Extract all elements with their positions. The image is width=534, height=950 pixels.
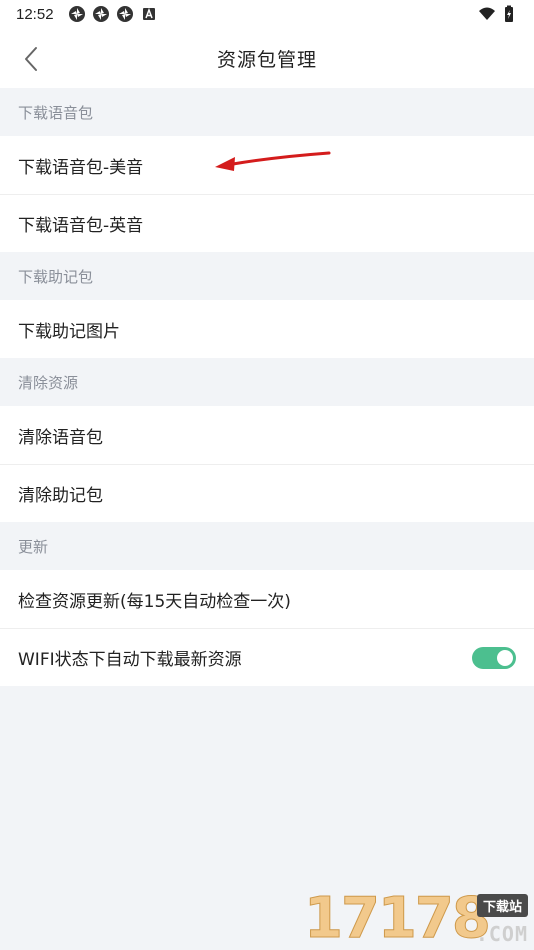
list-item-label: 下载语音包-美音 — [18, 157, 144, 178]
status-system-icons — [478, 5, 518, 23]
page-title: 资源包管理 — [216, 48, 317, 71]
toggle-knob — [497, 649, 513, 666]
wifi-auto-download-item: WIFI状态下自动下载最新资源 — [0, 628, 534, 686]
clear-resources-list: 清除语音包 清除助记包 — [0, 406, 534, 522]
battery-charging-icon — [505, 5, 513, 22]
app-notification-icon — [68, 6, 85, 22]
list-item-label: WIFI状态下自动下载最新资源 — [18, 650, 242, 670]
site-watermark: 17178 下载站 .COM — [304, 886, 530, 950]
update-list: 检查资源更新(每15天自动检查一次) WIFI状态下自动下载最新资源 — [0, 570, 534, 686]
section-header-clear-resources: 清除资源 — [0, 358, 534, 406]
font-a-icon — [142, 7, 155, 20]
status-bar: 12:52 — [0, 0, 534, 28]
watermark-suffix: .COM — [475, 922, 528, 946]
list-item-label: 检查资源更新(每15天自动检查一次) — [18, 591, 291, 612]
back-button[interactable] — [14, 42, 48, 76]
section-header-voice-pack: 下载语音包 — [0, 88, 534, 136]
screen: 12:52 资源包管理 下载语音包 下载语音包-美音 下载语音包-英音 下载助记… — [0, 0, 534, 950]
clear-voice-pack-item[interactable]: 清除语音包 — [0, 406, 534, 464]
status-notification-icons — [68, 5, 158, 23]
download-voice-uk-item[interactable]: 下载语音包-英音 — [0, 194, 534, 252]
watermark-digits: 17178 — [304, 886, 492, 950]
wifi-icon — [479, 7, 495, 20]
app-notification-icon — [116, 6, 133, 22]
title-bar: 资源包管理 — [0, 28, 534, 88]
check-update-item[interactable]: 检查资源更新(每15天自动检查一次) — [0, 570, 534, 628]
list-item-label: 清除语音包 — [18, 427, 103, 448]
chevron-left-icon — [25, 47, 37, 71]
status-time: 12:52 — [16, 5, 54, 23]
list-item-label: 下载语音包-英音 — [18, 216, 144, 236]
auto-download-toggle[interactable] — [472, 646, 516, 669]
watermark-badge: 下载站 — [476, 894, 528, 917]
list-item-label: 下载助记图片 — [18, 321, 120, 342]
download-mnemonic-images-item[interactable]: 下载助记图片 — [0, 300, 534, 358]
section-header-mnemonic-pack: 下载助记包 — [0, 252, 534, 300]
list-item-label: 清除助记包 — [18, 486, 103, 506]
clear-mnemonic-pack-item[interactable]: 清除助记包 — [0, 464, 534, 522]
mnemonic-pack-list: 下载助记图片 — [0, 300, 534, 358]
download-voice-us-item[interactable]: 下载语音包-美音 — [0, 136, 534, 194]
voice-pack-list: 下载语音包-美音 下载语音包-英音 — [0, 136, 534, 252]
app-notification-icon — [92, 6, 109, 22]
section-header-update: 更新 — [0, 522, 534, 570]
